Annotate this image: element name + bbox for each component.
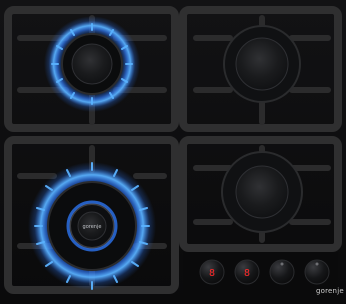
center-badge: gorenje [83,224,102,230]
brand-logo: gorenje [316,287,344,295]
control-4-knob[interactable] [304,259,330,285]
control-2[interactable]: 8 [234,259,260,285]
burner-rear-left[interactable] [44,16,140,112]
control-3-knob[interactable] [269,259,295,285]
burner-rear-right[interactable] [223,25,301,103]
control-1[interactable]: 8 [199,259,225,285]
burner-front-left-wok[interactable]: gorenje [28,162,156,290]
control-1-display: 8 [209,268,215,279]
control-2-display: 8 [244,268,250,279]
gas-hob: gorenje 8 8 [0,0,346,304]
burner-front-right[interactable] [221,151,303,233]
